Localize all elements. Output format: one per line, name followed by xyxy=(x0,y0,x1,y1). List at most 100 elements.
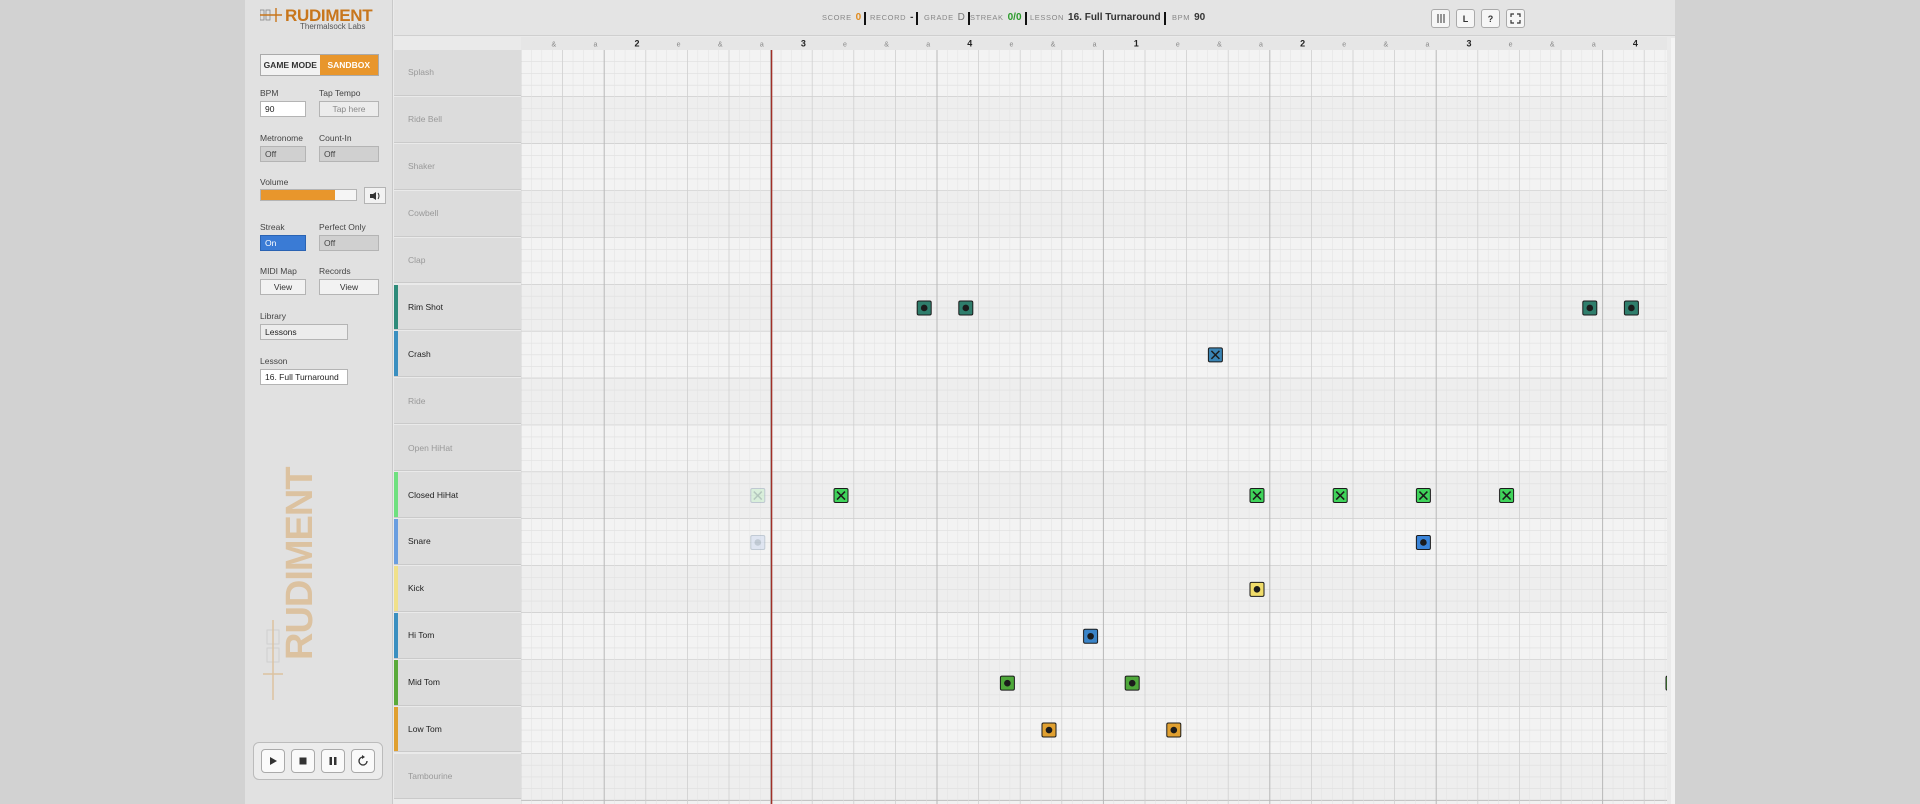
lane-color-accent xyxy=(394,612,398,658)
streak-divider xyxy=(1024,12,1027,25)
records-view-button[interactable]: View xyxy=(319,279,379,295)
stop-icon[interactable] xyxy=(291,749,315,773)
timeline-label: & xyxy=(1550,42,1555,49)
timeline-label: & xyxy=(1383,42,1388,49)
volume-slider[interactable] xyxy=(260,189,357,201)
note-dot-icon[interactable] xyxy=(1415,534,1431,550)
lane-name: Ride Bell xyxy=(408,114,443,125)
note-cross-icon[interactable] xyxy=(833,488,849,504)
lane-label-tambourine[interactable]: Tambourine xyxy=(394,753,521,800)
lane-label-ride-bell[interactable]: Ride Bell xyxy=(394,96,521,143)
streak-toggle[interactable]: On xyxy=(260,235,306,251)
lane-name: Snare xyxy=(408,536,431,547)
layout-l-button[interactable]: L xyxy=(1456,9,1475,28)
note-dot-icon[interactable] xyxy=(958,300,974,316)
vertical-scrollbar[interactable] xyxy=(1671,38,1675,804)
lane-label-rim-shot[interactable]: Rim Shot xyxy=(394,284,521,331)
midi-map-view-button[interactable]: View xyxy=(260,279,306,295)
app-window: RUDIMENT Thermalsock Labs GAME MODE SAND… xyxy=(245,0,1675,804)
lane-name: Mid Tom xyxy=(408,677,440,688)
timeline-label: e xyxy=(1509,42,1513,49)
lane-label-splash[interactable]: Splash xyxy=(394,50,521,96)
lane-color-accent xyxy=(394,284,398,330)
perfect-only-toggle[interactable]: Off xyxy=(319,235,379,251)
lane-label-ride[interactable]: Ride xyxy=(394,378,521,425)
tap-tempo-field: Tap Tempo Tap here xyxy=(319,88,379,117)
tap-tempo-button[interactable]: Tap here xyxy=(319,101,379,117)
lesson-field: Lesson 16. Full Turnaround xyxy=(260,356,348,385)
metronome-toggle[interactable]: Off xyxy=(260,146,306,162)
bpm-field: BPM 90 xyxy=(260,88,306,117)
note-dot-icon[interactable] xyxy=(1582,300,1598,316)
volume-label: Volume xyxy=(260,177,289,187)
lane-name: Shaker xyxy=(408,161,435,172)
volume-slider-fill xyxy=(261,190,336,200)
records-field: Records View xyxy=(319,266,379,295)
bpm-input[interactable]: 90 xyxy=(260,101,306,117)
watermark-text: RUDIMENT xyxy=(279,467,321,660)
lane-label-mid-tom[interactable]: Mid Tom xyxy=(394,659,521,706)
lane-label-snare[interactable]: Snare xyxy=(394,519,521,565)
play-icon[interactable] xyxy=(261,749,285,773)
sandbox-mode-button[interactable]: SANDBOX xyxy=(319,55,378,75)
streak-label: Streak xyxy=(260,222,285,232)
timeline-label: e xyxy=(1009,42,1013,49)
lane-label-kick[interactable]: Kick xyxy=(394,565,521,612)
count-in-field: Count-In Off xyxy=(319,133,379,162)
sidebar: RUDIMENT Thermalsock Labs GAME MODE SAND… xyxy=(245,0,393,804)
library-select[interactable]: Lessons xyxy=(260,324,348,340)
note-dot-icon[interactable] xyxy=(1665,675,1667,691)
lane-label-cowbell[interactable]: Cowbell xyxy=(394,190,521,237)
note-dot-icon[interactable] xyxy=(1249,581,1265,597)
bpm-stat-value: 90 xyxy=(1194,12,1206,23)
note-cross-icon[interactable] xyxy=(1207,347,1223,363)
note-cross-icon[interactable] xyxy=(1499,488,1515,504)
grade-value: D xyxy=(957,12,965,23)
loop-icon[interactable] xyxy=(351,749,375,773)
transport-controls xyxy=(253,742,383,780)
fullscreen-icon[interactable] xyxy=(1506,9,1525,28)
lane-name: Open HiHat xyxy=(408,442,453,453)
note-cross-icon[interactable] xyxy=(750,488,766,504)
speaker-icon[interactable] xyxy=(364,187,386,204)
timeline-label: 2 xyxy=(634,39,639,49)
lane-label-hi-tom[interactable]: Hi Tom xyxy=(394,612,521,659)
count-in-toggle[interactable]: Off xyxy=(319,146,379,162)
game-mode-button[interactable]: GAME MODE xyxy=(261,55,320,75)
note-dot-icon[interactable] xyxy=(999,675,1015,691)
note-dot-icon[interactable] xyxy=(916,300,932,316)
lane-label-open-hihat[interactable]: Open HiHat xyxy=(394,425,521,472)
note-cross-icon[interactable] xyxy=(1332,488,1348,504)
note-dot-icon[interactable] xyxy=(750,534,766,550)
mixer-icon[interactable] xyxy=(1431,9,1450,28)
note-dot-icon[interactable] xyxy=(1623,300,1639,316)
note-cross-icon[interactable] xyxy=(1249,488,1265,504)
pause-icon[interactable] xyxy=(321,749,345,773)
lane-label-crash[interactable]: Crash xyxy=(394,331,521,378)
lane-label-low-tom[interactable]: Low Tom xyxy=(394,706,521,753)
note-dot-icon[interactable] xyxy=(1041,722,1057,738)
timeline-label: 4 xyxy=(1633,39,1638,49)
timeline-label: 3 xyxy=(801,39,806,49)
note-dot-icon[interactable] xyxy=(1083,628,1099,644)
help-button[interactable]: ? xyxy=(1481,9,1500,28)
note-dot-icon[interactable] xyxy=(1124,675,1140,691)
lane-name: Clap xyxy=(408,255,426,266)
timeline-label: a xyxy=(926,42,930,49)
sequencer-grid-svg: & a 2 e & a 3 e & a 4 e & a 1 e & a 2 e & a 3 e & a 4 xyxy=(521,37,1667,804)
timeline-label: & xyxy=(551,42,556,49)
timeline-label: & xyxy=(1217,42,1222,49)
lane-name: Crash xyxy=(408,348,431,359)
note-dot-icon[interactable] xyxy=(1166,722,1182,738)
lesson-select[interactable]: 16. Full Turnaround xyxy=(260,369,348,385)
sequencer-grid[interactable]: & a 2 e & a 3 e & a 4 e & a 1 e & a 2 e & a 3 e & a 4 xyxy=(521,37,1667,804)
timeline-label: a xyxy=(1093,42,1097,49)
lane-label-closed-hihat[interactable]: Closed HiHat xyxy=(394,472,521,518)
lane-label-shaker[interactable]: Shaker xyxy=(394,143,521,190)
lane-label-clap[interactable]: Clap xyxy=(394,237,521,284)
score-label: SCORE xyxy=(822,13,852,22)
note-cross-icon[interactable] xyxy=(1415,488,1431,504)
records-label: Records xyxy=(319,266,351,276)
streak-stat-value: 0/0 xyxy=(1007,12,1022,23)
timeline-label: & xyxy=(718,42,723,49)
